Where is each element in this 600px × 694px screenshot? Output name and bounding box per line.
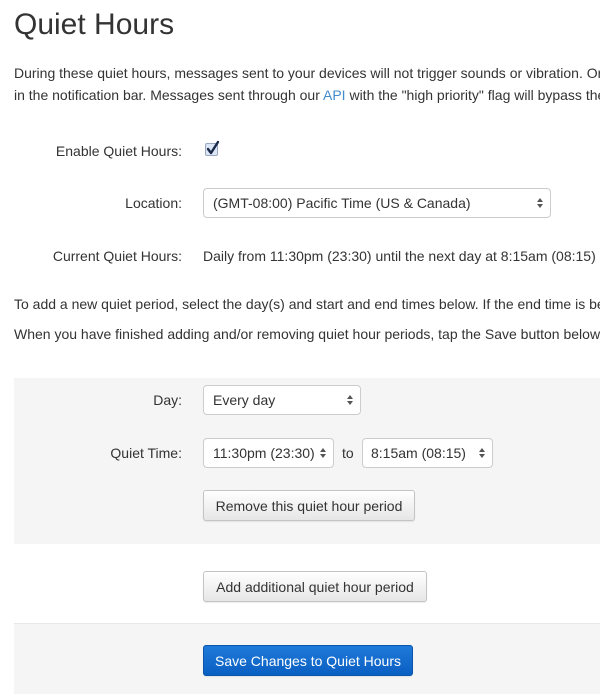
instructions-line-2: When you have finished adding and/or rem… <box>14 326 600 342</box>
select-arrows-icon <box>537 198 543 208</box>
day-label: Day: <box>153 392 182 408</box>
start-time-select[interactable]: 11:30pm (23:30) <box>203 438 334 468</box>
day-select[interactable]: Every day <box>203 385 361 415</box>
select-arrows-icon <box>347 395 353 405</box>
day-value: Every day <box>213 392 276 408</box>
enable-quiet-hours-label: Enable Quiet Hours: <box>55 143 182 159</box>
enable-quiet-hours-checkbox[interactable] <box>205 140 220 156</box>
location-value: (GMT-08:00) Pacific Time (US & Canada) <box>213 195 471 211</box>
intro-line-1: During these quiet hours, messages sent … <box>14 65 600 81</box>
end-time-select[interactable]: 8:15am (08:15) <box>362 438 493 468</box>
current-quiet-hours-value: Daily from 11:30pm (23:30) until the nex… <box>203 248 596 264</box>
intro-line-2: in the notification bar. Messages sent t… <box>14 87 600 103</box>
select-arrows-icon <box>320 448 326 458</box>
location-select[interactable]: (GMT-08:00) Pacific Time (US & Canada) <box>203 188 551 218</box>
page-title: Quiet Hours <box>14 8 175 41</box>
end-time-value: 8:15am (08:15) <box>371 445 466 461</box>
current-quiet-hours-label: Current Quiet Hours: <box>52 248 182 264</box>
add-period-button[interactable]: Add additional quiet hour period <box>203 571 427 602</box>
instructions-line-1: To add a new quiet period, select the da… <box>14 296 600 312</box>
select-arrows-icon <box>479 448 485 458</box>
start-time-value: 11:30pm (23:30) <box>213 445 315 461</box>
to-label: to <box>342 445 354 461</box>
quiet-time-label: Quiet Time: <box>110 445 182 461</box>
intro-text-after: with the "high priority" flag will bypas… <box>345 87 600 103</box>
save-changes-button[interactable]: Save Changes to Quiet Hours <box>203 645 413 676</box>
checkmark-icon <box>206 140 220 155</box>
intro-text-before: in the notification bar. Messages sent t… <box>14 87 323 103</box>
api-link[interactable]: API <box>323 87 346 103</box>
remove-period-button[interactable]: Remove this quiet hour period <box>203 490 415 521</box>
location-label: Location: <box>125 195 182 211</box>
